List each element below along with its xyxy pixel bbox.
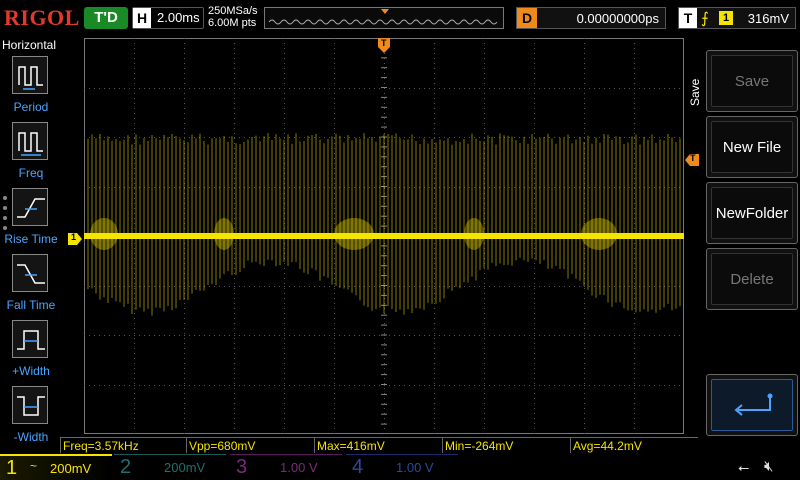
timebase-box[interactable]: H 2.00ms	[132, 7, 204, 29]
speaker-muted-icon[interactable]: 🔇︎	[764, 458, 773, 475]
save-menu: Save Save New File NewFolder Delete	[686, 36, 800, 436]
save-menu-title: Save	[688, 78, 702, 106]
measure-freq-label: Freq	[18, 166, 44, 180]
measure-menu: Horizontal Period Freq Rise Time Fall Ti…	[0, 36, 62, 452]
measure-period[interactable]: Period	[0, 56, 62, 118]
memory-waveform-icon	[268, 9, 498, 25]
measure-period-label: Period	[13, 100, 49, 114]
delay-tag: D	[517, 8, 537, 28]
rise-time-icon	[12, 188, 48, 226]
measure-neg-width[interactable]: -Width	[0, 386, 62, 448]
ac-coupling-icon: ~	[30, 459, 38, 473]
trigger-position-label: T	[381, 38, 387, 48]
measure-rise-time[interactable]: Rise Time	[0, 188, 62, 250]
channel-2-scale: 200mV	[164, 460, 206, 475]
delay-value: 0.00000000ps	[576, 11, 659, 26]
period-icon	[12, 56, 48, 94]
ch1-ground-marker[interactable]: 1	[68, 232, 82, 245]
horizontal-tag: H	[133, 8, 151, 28]
channel-1-scale: 200mV	[50, 461, 92, 476]
delete-button-label: Delete	[711, 253, 793, 305]
channel-bar: 1 ~ 200mV 2 200mV 3 1.00 V 4 1.00 V ⭠ 🔇︎	[0, 454, 800, 480]
fall-time-icon	[12, 254, 48, 292]
trigger-status-badge[interactable]: T'D	[84, 7, 128, 29]
ch1-waveform	[84, 133, 684, 316]
channel-2-number: 2	[120, 456, 132, 478]
channel-2-tab[interactable]: 2 200mV	[114, 454, 226, 480]
measure-rise-time-label: Rise Time	[4, 232, 58, 246]
return-arrow-icon	[711, 379, 793, 431]
channel-3-number: 3	[236, 456, 248, 478]
usb-icon: ⭠	[738, 459, 750, 475]
measure-avg-result[interactable]: Avg=44.2mV	[570, 437, 698, 453]
waveform-canvas	[83, 37, 685, 435]
trigger-position-marker[interactable]: T	[378, 38, 390, 54]
measure-max-result[interactable]: Max=416mV	[314, 437, 442, 453]
trigger-tag: T	[679, 8, 697, 28]
top-status-bar: RIGOL T'D H 2.00ms 250MSa/s 6.00M pts D …	[0, 0, 800, 36]
new-file-button[interactable]: New File	[706, 116, 798, 178]
trigger-source: 1	[719, 11, 733, 25]
measure-vpp-result[interactable]: Vpp=680mV	[186, 437, 314, 453]
sample-rate-info: 250MSa/s 6.00M pts	[208, 5, 258, 29]
measure-fall-time[interactable]: Fall Time	[0, 254, 62, 316]
channel-1-tab[interactable]: 1 ~ 200mV	[0, 454, 112, 480]
measure-pos-width-label: +Width	[12, 364, 50, 378]
freq-icon	[12, 122, 48, 160]
new-folder-button-label: NewFolder	[711, 187, 793, 239]
trigger-level-value: 316mV	[747, 11, 789, 26]
memory-overview[interactable]	[264, 7, 504, 29]
measure-freq-result[interactable]: Freq=3.57kHz	[60, 437, 186, 453]
memory-depth: 6.00M pts	[208, 17, 257, 29]
channel-1-number: 1	[6, 457, 18, 479]
rigol-logo: RIGOL	[4, 5, 80, 30]
delete-button[interactable]: Delete	[706, 248, 798, 310]
channel-3-scale: 1.00 V	[280, 460, 318, 475]
pos-width-icon	[12, 320, 48, 358]
delay-box[interactable]: D 0.00000000ps	[516, 7, 666, 29]
sample-rate: 250MSa/s	[208, 5, 258, 17]
trigger-box[interactable]: T ⨍ 1 316mV	[678, 7, 796, 29]
timebase-value: 2.00ms	[157, 10, 200, 25]
measure-min-result[interactable]: Min=-264mV	[442, 437, 570, 453]
waveform-display[interactable]	[83, 37, 685, 435]
menu-title: Horizontal	[2, 38, 57, 52]
rising-edge-icon: ⨍	[701, 10, 709, 27]
channel-3-tab[interactable]: 3 1.00 V	[230, 454, 342, 480]
ch1-ground-label: 1	[71, 232, 77, 242]
save-button[interactable]: Save	[706, 50, 798, 112]
measurement-bar: Freq=3.57kHz Vpp=680mV Max=416mV Min=-26…	[60, 436, 700, 454]
measure-neg-width-label: -Width	[13, 430, 49, 444]
channel-4-number: 4	[352, 456, 364, 478]
neg-width-icon	[12, 386, 48, 424]
memory-trigger-marker-icon	[381, 9, 389, 14]
save-button-label: Save	[711, 55, 793, 107]
measure-fall-time-label: Fall Time	[6, 298, 56, 312]
new-folder-button[interactable]: NewFolder	[706, 182, 798, 244]
measure-pos-width[interactable]: +Width	[0, 320, 62, 382]
measure-freq[interactable]: Freq	[0, 122, 62, 184]
new-file-button-label: New File	[711, 121, 793, 173]
channel-4-scale: 1.00 V	[396, 460, 434, 475]
back-button[interactable]	[706, 374, 798, 436]
channel-4-tab[interactable]: 4 1.00 V	[346, 454, 458, 480]
